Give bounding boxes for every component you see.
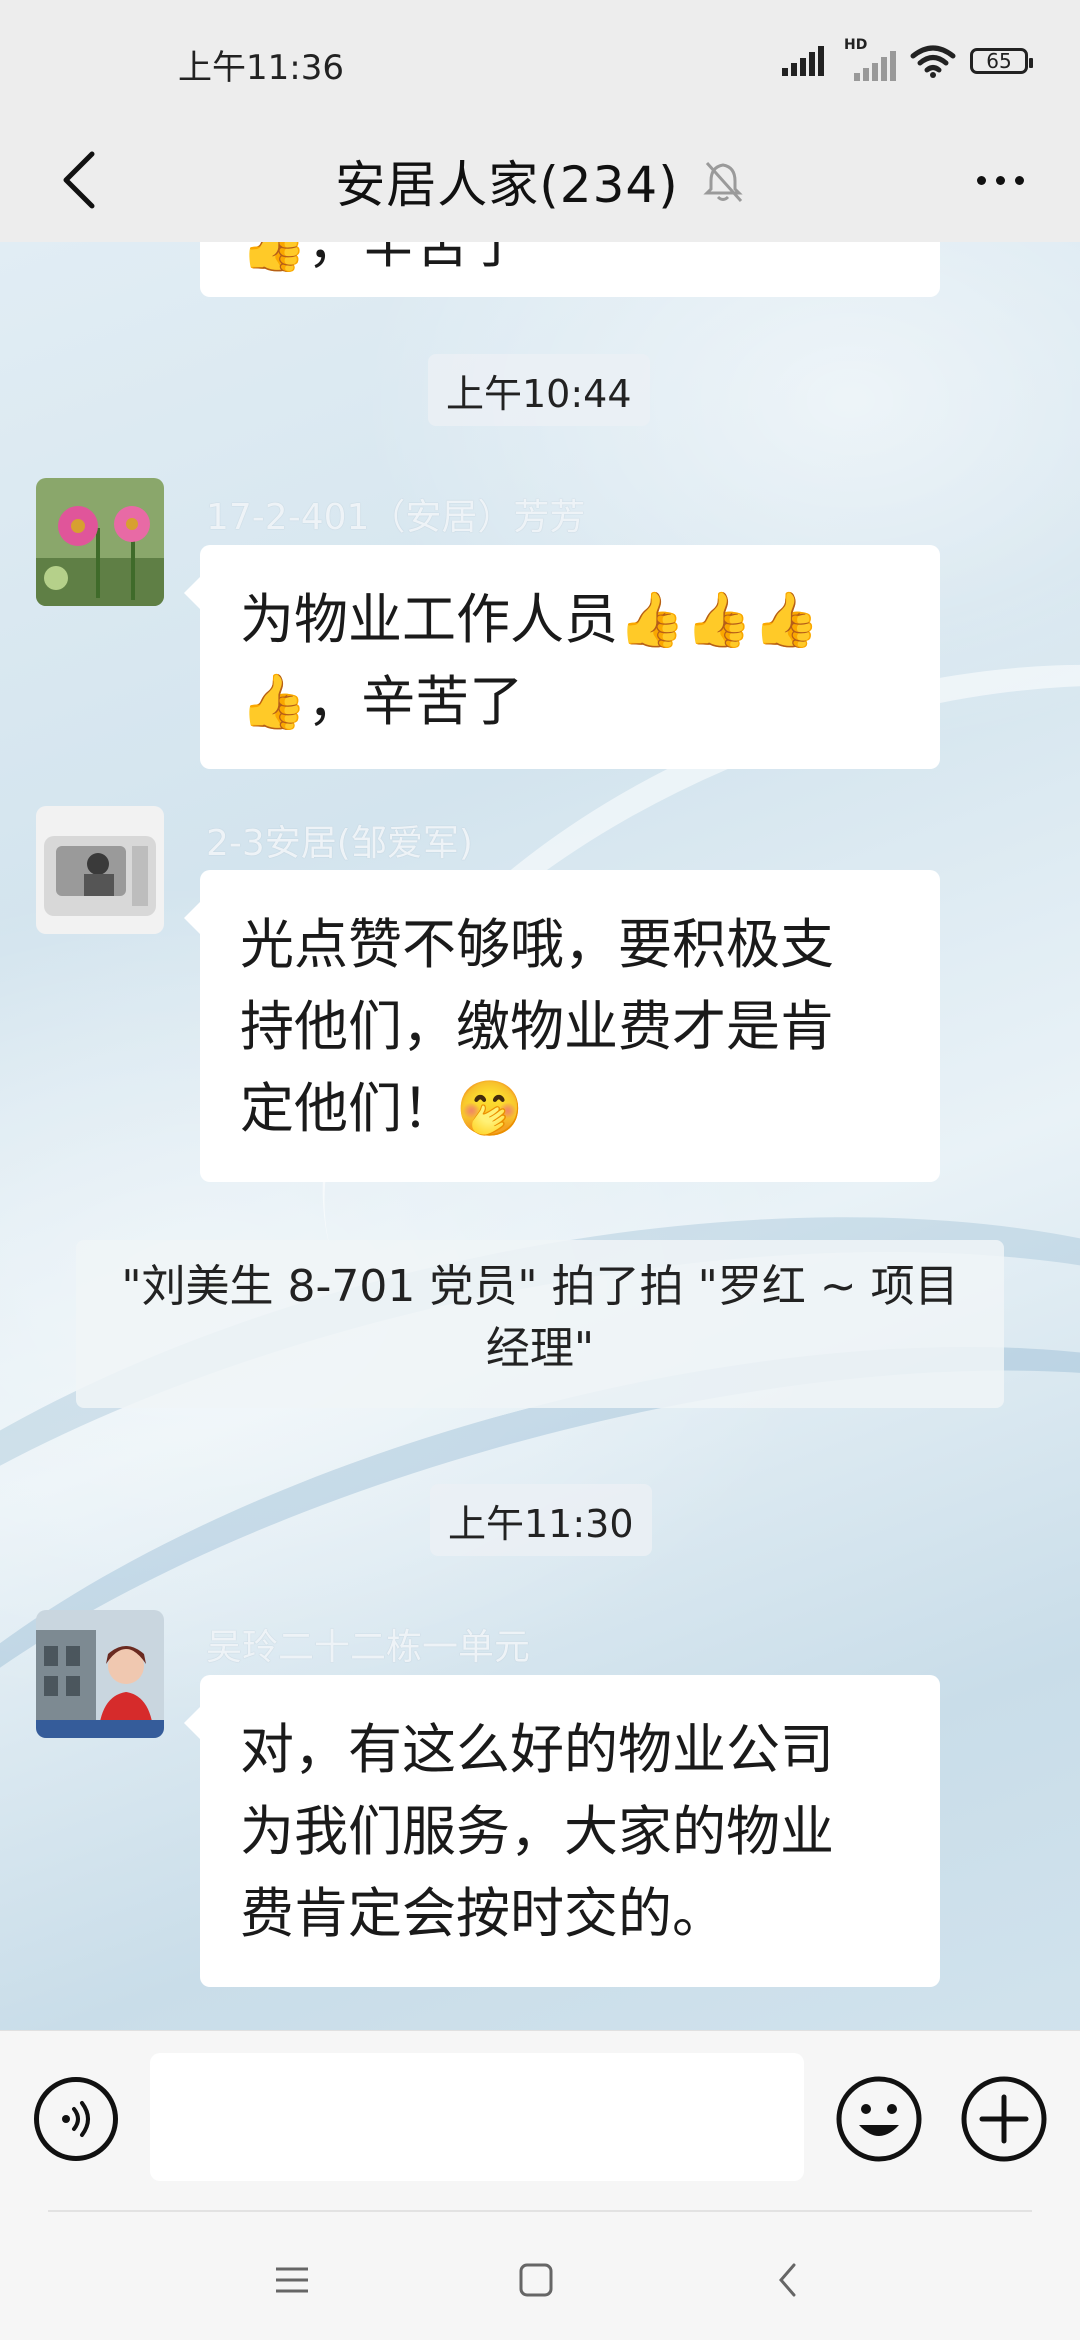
timestamp: 上午11:30 bbox=[430, 1484, 652, 1556]
square-icon bbox=[519, 2263, 553, 2297]
timestamp: 上午10:44 bbox=[428, 354, 650, 426]
sender-name: 17-2-401（安居）芳芳 bbox=[206, 497, 586, 538]
system-message-line: "刘美生 8-701 党员" 拍了拍 "罗红 ~ 项目 bbox=[121, 1261, 959, 1312]
more-button[interactable] bbox=[950, 140, 1050, 220]
plus-icon bbox=[961, 2076, 1047, 2162]
avatar[interactable] bbox=[36, 806, 164, 934]
timestamp-text: 上午11:30 bbox=[448, 1501, 634, 1546]
battery-level: 65 bbox=[986, 49, 1012, 73]
chat-screen: 👍，辛苦了 上午10:44 17-2-401（安居）芳芳 为物业工作人员👍👍👍 … bbox=[0, 0, 1080, 2340]
sender-name: 2-3安居(邹爱军) bbox=[206, 823, 473, 864]
chat-header: 安居人家(234) bbox=[0, 120, 1080, 242]
voice-icon bbox=[62, 2101, 90, 2137]
status-bar: 上午11:36 HD 65 bbox=[0, 0, 1080, 120]
menu-icon bbox=[276, 2267, 308, 2293]
chevron-left-icon bbox=[779, 2263, 796, 2297]
sender-name: 吴玲二十二栋一单元 bbox=[206, 1627, 531, 1668]
message-line: 为物业工作人员👍👍👍 bbox=[240, 588, 820, 651]
voice-button[interactable] bbox=[34, 2077, 118, 2161]
message-line: 光点赞不够哦，要积极支 bbox=[240, 913, 834, 976]
chat-title-wrap: 安居人家(234) bbox=[0, 120, 1080, 242]
wifi-icon bbox=[910, 45, 956, 78]
status-icons: HD 65 bbox=[782, 36, 1033, 86]
more-icon-dot bbox=[1014, 175, 1024, 185]
message-line: 对，有这么好的物业公司 bbox=[240, 1718, 834, 1781]
message-line: 👍，辛苦了 bbox=[240, 670, 524, 733]
system-message-line: 经理" bbox=[485, 1323, 595, 1374]
avatar-flowers-image bbox=[36, 478, 164, 606]
message-line: 定他们！🤭 bbox=[240, 1077, 524, 1140]
message-bubble[interactable]: 对，有这么好的物业公司 为我们服务，大家的物业 费肯定会按时交的。 bbox=[184, 1675, 940, 1987]
message-line: 费肯定会按时交的。 bbox=[240, 1882, 726, 1945]
system-navigation-bar bbox=[0, 2210, 1080, 2340]
signal-bars-icon bbox=[854, 51, 896, 81]
message-input[interactable] bbox=[150, 2053, 804, 2181]
status-time: 上午11:36 bbox=[178, 48, 344, 88]
signal-icon bbox=[782, 46, 824, 76]
message-bubble[interactable]: 为物业工作人员👍👍👍 👍，辛苦了 bbox=[184, 545, 940, 769]
message-line: 为我们服务，大家的物业 bbox=[240, 1800, 834, 1863]
avatar-woman-image bbox=[36, 1610, 164, 1738]
avatar[interactable] bbox=[36, 478, 164, 606]
divider bbox=[48, 2210, 1032, 2212]
message-line: 持他们，缴物业费才是肯 bbox=[240, 995, 834, 1058]
timestamp-text: 上午10:44 bbox=[446, 371, 632, 416]
bell-off-icon bbox=[701, 159, 745, 203]
plus-button[interactable] bbox=[960, 2075, 1048, 2163]
battery-icon: 65 bbox=[970, 48, 1033, 74]
more-icon-dot bbox=[976, 175, 986, 185]
nav-back-button[interactable] bbox=[748, 2250, 828, 2310]
signal-hd-icon: HD bbox=[844, 37, 896, 81]
system-message: "刘美生 8-701 党员" 拍了拍 "罗红 ~ 项目 经理" bbox=[76, 1240, 1004, 1408]
avatar-car-image bbox=[36, 806, 164, 934]
avatar[interactable] bbox=[36, 1610, 164, 1738]
input-bar bbox=[0, 2030, 1080, 2211]
nav-menu-button[interactable] bbox=[252, 2250, 332, 2310]
smiley-icon bbox=[836, 2076, 922, 2162]
emoji-button[interactable] bbox=[835, 2075, 923, 2163]
message-bubble[interactable]: 光点赞不够哦，要积极支 持他们，缴物业费才是肯 定他们！🤭 bbox=[184, 870, 940, 1182]
chat-title: 安居人家(234) bbox=[335, 156, 679, 214]
nav-home-button[interactable] bbox=[496, 2250, 576, 2310]
more-icon-dot bbox=[995, 175, 1005, 185]
